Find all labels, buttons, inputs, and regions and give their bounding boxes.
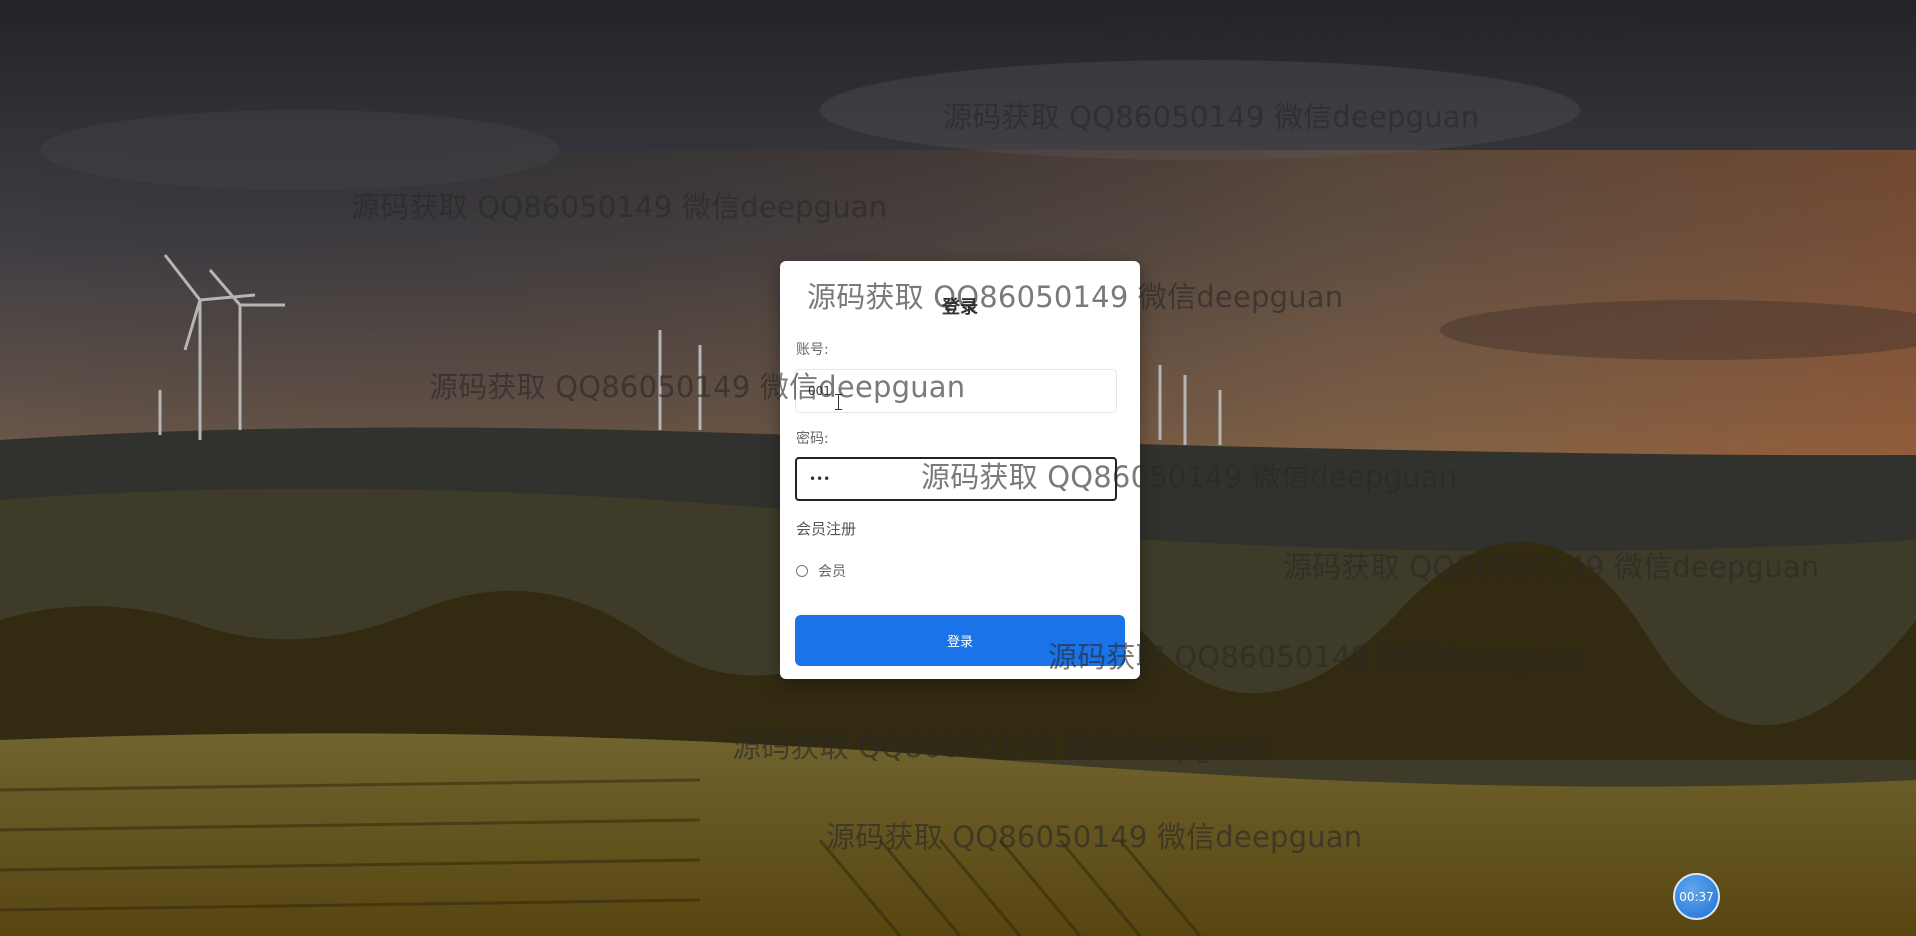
password-label: 密码: (796, 431, 829, 447)
role-option-label: 会员 (818, 564, 846, 580)
login-button[interactable]: 登录 (795, 615, 1125, 666)
timer-badge[interactable]: 00:37 (1673, 873, 1720, 920)
account-input[interactable] (795, 369, 1117, 413)
account-label: 账号: (796, 342, 829, 358)
text-cursor-icon (835, 394, 842, 410)
dialog-title: 登录 (942, 297, 978, 318)
password-input[interactable] (795, 457, 1117, 501)
radio-button[interactable] (796, 565, 808, 577)
login-dialog: 登录 账号: 密码: 会员注册 会员 登录 (780, 261, 1140, 679)
role-radio-option[interactable]: 会员 (796, 561, 846, 581)
register-label: 会员注册 (796, 520, 857, 538)
